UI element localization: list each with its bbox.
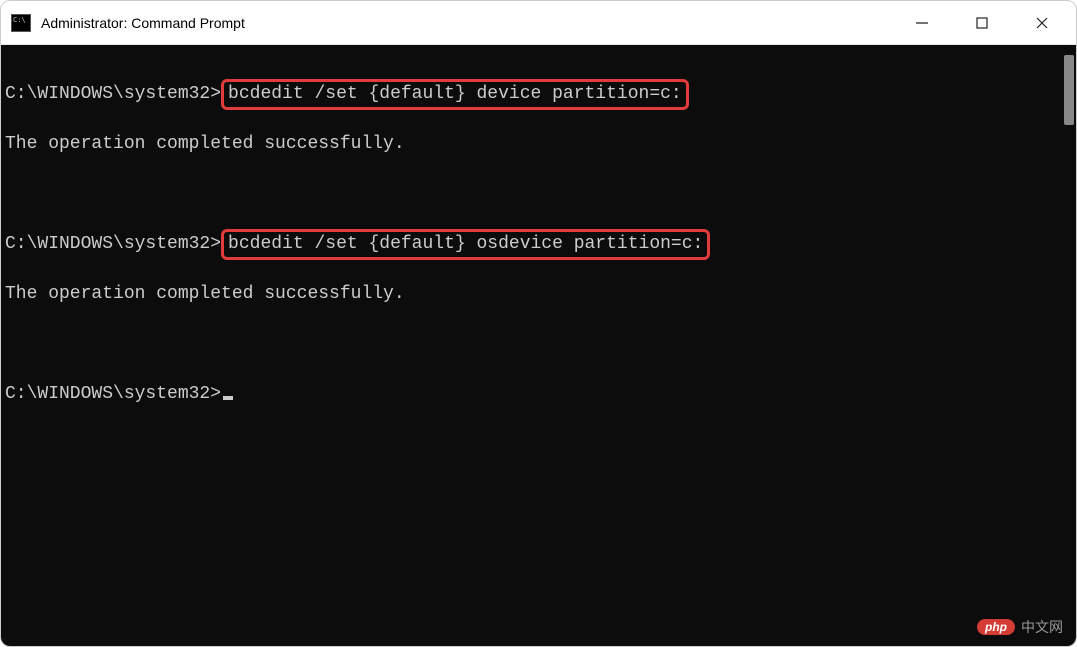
cmd-icon <box>11 14 31 32</box>
console-line: C:\WINDOWS\system32>bcdedit /set {defaul… <box>5 232 1072 257</box>
console-line: C:\WINDOWS\system32>bcdedit /set {defaul… <box>5 82 1072 107</box>
console-output: The operation completed successfully. <box>5 282 1072 307</box>
highlighted-command-2: bcdedit /set {default} osdevice partitio… <box>221 229 710 260</box>
scrollbar-thumb[interactable] <box>1064 55 1074 125</box>
window-controls <box>892 1 1072 45</box>
highlighted-command-1: bcdedit /set {default} device partition=… <box>221 79 689 110</box>
prompt: C:\WINDOWS\system32> <box>5 234 221 254</box>
close-button[interactable] <box>1012 1 1072 45</box>
window-title: Administrator: Command Prompt <box>41 15 892 31</box>
maximize-icon <box>975 16 989 30</box>
blank-line <box>5 332 1072 357</box>
prompt: C:\WINDOWS\system32> <box>5 84 221 104</box>
command-prompt-window: Administrator: Command Prompt C:\WINDOWS… <box>0 0 1077 647</box>
close-icon <box>1035 16 1049 30</box>
console-line-active: C:\WINDOWS\system32> <box>5 382 1072 407</box>
console-area[interactable]: C:\WINDOWS\system32>bcdedit /set {defaul… <box>1 45 1076 646</box>
console-output: The operation completed successfully. <box>5 132 1072 157</box>
cursor <box>223 396 233 400</box>
prompt: C:\WINDOWS\system32> <box>5 384 221 404</box>
blank-line <box>5 182 1072 207</box>
maximize-button[interactable] <box>952 1 1012 45</box>
minimize-icon <box>915 16 929 30</box>
titlebar[interactable]: Administrator: Command Prompt <box>1 1 1076 45</box>
minimize-button[interactable] <box>892 1 952 45</box>
